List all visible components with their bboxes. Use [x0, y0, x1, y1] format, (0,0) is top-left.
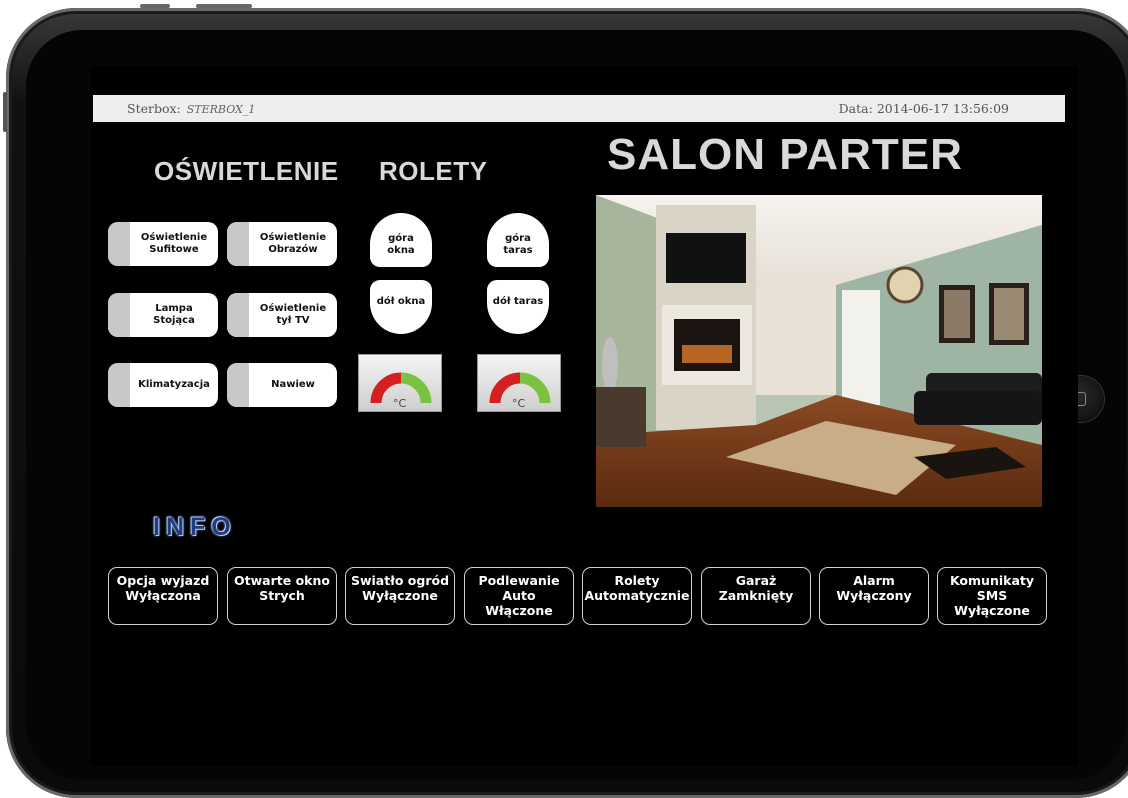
room-photo [596, 195, 1042, 507]
info-button-departure[interactable]: Opcja wyjazd Wyłączona [108, 567, 218, 625]
light-button-tv-back[interactable]: Oświetlenie tył TV [227, 293, 337, 337]
window-blind-up-button[interactable]: góra okna [370, 213, 432, 267]
temperature-gauge: °C [477, 354, 561, 412]
top-button-left [140, 4, 170, 8]
sterbox-info: Sterbox: STERBOX_1 [127, 101, 255, 116]
info-button-blinds-auto[interactable]: Rolety Automatycznie [582, 567, 692, 625]
date-value: 2014-06-17 13:56:09 [876, 101, 1009, 116]
screen: Sterbox: STERBOX_1 Data: 2014-06-17 13:56:… [91, 66, 1078, 766]
gauge-unit: °C [393, 397, 407, 410]
info-button-garden-light[interactable]: Swiatło ogród Wyłączone [345, 567, 455, 625]
room-title: SALON PARTER [607, 130, 963, 179]
gauge-unit: °C [512, 397, 526, 410]
button-strip [108, 293, 130, 337]
info-button-attic-window[interactable]: Otwarte okno Strych [227, 567, 337, 625]
light-button-label: Lampa Stojąca [153, 303, 195, 326]
volume-button [3, 92, 7, 132]
info-button-garage[interactable]: Garaż Zamknięty [701, 567, 811, 625]
ventilation-button[interactable]: Nawiew [227, 363, 337, 407]
light-button-label: Oświetlenie tył TV [259, 303, 327, 326]
button-strip [227, 222, 249, 266]
top-button-right [196, 4, 252, 8]
sterbox-label: Sterbox: [127, 101, 181, 116]
terrace-blind-down-button[interactable]: dół taras [487, 280, 549, 334]
window-blind-down-button[interactable]: dół okna [370, 280, 432, 334]
button-strip [108, 222, 130, 266]
button-strip [227, 293, 249, 337]
temperature-gauge: °C [358, 354, 442, 412]
light-button-ceiling[interactable]: Oświetlenie Sufitowe [108, 222, 218, 266]
light-button-paintings[interactable]: Oświetlenie Obrazów [227, 222, 337, 266]
status-bar: Sterbox: STERBOX_1 Data: 2014-06-17 13:56:… [93, 95, 1065, 122]
blinds-heading: ROLETY [379, 156, 488, 186]
light-button-label: Oświetlenie Sufitowe [140, 232, 208, 255]
sterbox-value: STERBOX_1 [186, 103, 256, 116]
air-conditioning-button[interactable]: Klimatyzacja [108, 363, 218, 407]
info-heading: INFO [153, 513, 237, 541]
info-button-sms[interactable]: Komunikaty SMS Wyłączone [937, 567, 1047, 625]
info-button-alarm[interactable]: Alarm Wyłączony [819, 567, 929, 625]
light-button-label: Oświetlenie Obrazów [259, 232, 327, 255]
light-button-floor-lamp[interactable]: Lampa Stojąca [108, 293, 218, 337]
light-button-label: Nawiew [271, 379, 315, 390]
button-strip [227, 363, 249, 407]
info-button-watering[interactable]: Podlewanie Auto Włączone [464, 567, 574, 625]
button-strip [108, 363, 130, 407]
lighting-heading: OŚWIETLENIE [154, 156, 339, 186]
terrace-blind-up-button[interactable]: góra taras [487, 213, 549, 267]
date-info: Data: 2014-06-17 13:56:09 [839, 101, 1009, 116]
date-label: Data: [838, 101, 873, 116]
light-button-label: Klimatyzacja [138, 379, 210, 390]
